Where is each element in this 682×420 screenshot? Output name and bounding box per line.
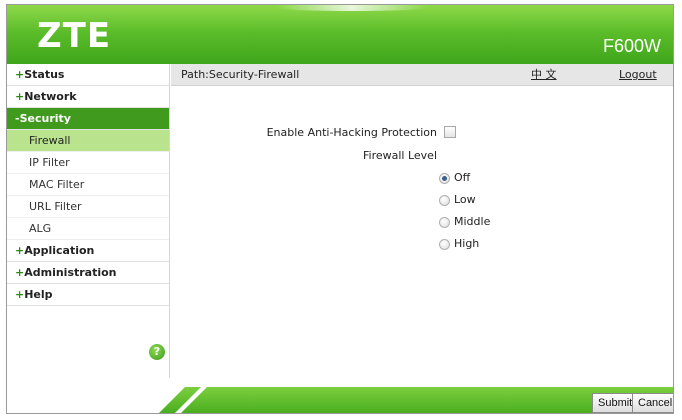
sidebar-item-administration[interactable]: +Administration (7, 262, 169, 284)
radio-off[interactable] (439, 172, 450, 184)
radio-label-low: Low (454, 193, 476, 206)
level-option-middle[interactable]: Middle (439, 214, 490, 230)
sidebar-item-label: Network (24, 90, 77, 103)
sidebar-subitem-url-filter[interactable]: URL Filter (7, 196, 169, 218)
model-name: F600W (602, 36, 661, 56)
level-option-high[interactable]: High (439, 236, 479, 252)
expand-toggle-icon: + (15, 266, 25, 279)
radio-middle[interactable] (439, 216, 450, 228)
expand-toggle-icon: + (15, 90, 25, 103)
anti-hacking-label: Enable Anti-Hacking Protection (266, 126, 437, 139)
radio-label-high: High (454, 237, 480, 250)
level-option-low[interactable]: Low (439, 192, 476, 208)
sidebar-item-label: Help (24, 288, 53, 301)
sidebar-item-network[interactable]: +Network (7, 86, 169, 108)
router-window: ZTE F600W +Status +Network -Security Firewa… (6, 4, 674, 414)
radio-label-off: Off (454, 171, 471, 184)
expand-toggle-icon: + (15, 244, 25, 257)
footer-bar: Submit Cancel (7, 378, 673, 413)
radio-high[interactable] (439, 238, 450, 250)
sidebar-subitem-alg[interactable]: ALG (7, 218, 169, 240)
level-option-off[interactable]: Off (439, 170, 470, 186)
expand-toggle-icon: + (15, 68, 25, 81)
header-shine (277, 5, 427, 11)
sidebar-subitem-firewall[interactable]: Firewall (7, 130, 169, 152)
sidebar: +Status +Network -Security Firewall IP Filte… (7, 64, 170, 378)
radio-label-middle: Middle (454, 215, 491, 228)
radio-low[interactable] (439, 194, 450, 206)
header-banner: ZTE F600W (7, 5, 673, 64)
cancel-button[interactable]: Cancel (632, 393, 673, 413)
sidebar-subitem-ip-filter[interactable]: IP Filter (7, 152, 169, 174)
main-content: Path:Security-Firewall 中 文 Logout Enable… (171, 64, 673, 378)
expand-toggle-icon: + (15, 288, 25, 301)
sidebar-item-label: Status (24, 68, 65, 81)
zte-logo: ZTE (37, 16, 112, 56)
sidebar-menu: +Status +Network -Security Firewall IP Filte… (7, 64, 169, 306)
sidebar-item-label: Administration (24, 266, 117, 279)
language-link[interactable]: 中 文 (531, 64, 557, 86)
sidebar-item-application[interactable]: +Application (7, 240, 169, 262)
sidebar-item-help[interactable]: +Help (7, 284, 169, 306)
sidebar-item-security[interactable]: -Security (7, 108, 169, 130)
sidebar-item-label: Security (19, 112, 71, 125)
anti-hacking-checkbox[interactable] (444, 126, 456, 138)
logout-link[interactable]: Logout (619, 64, 657, 86)
sidebar-item-status[interactable]: +Status (7, 64, 169, 86)
sidebar-item-label: Application (24, 244, 95, 257)
sidebar-subitem-mac-filter[interactable]: MAC Filter (7, 174, 169, 196)
breadcrumb: Path:Security-Firewall (181, 68, 300, 81)
firewall-level-label: Firewall Level (362, 149, 437, 162)
help-icon[interactable]: ? (149, 344, 165, 360)
path-bar: Path:Security-Firewall 中 文 Logout (171, 64, 673, 86)
